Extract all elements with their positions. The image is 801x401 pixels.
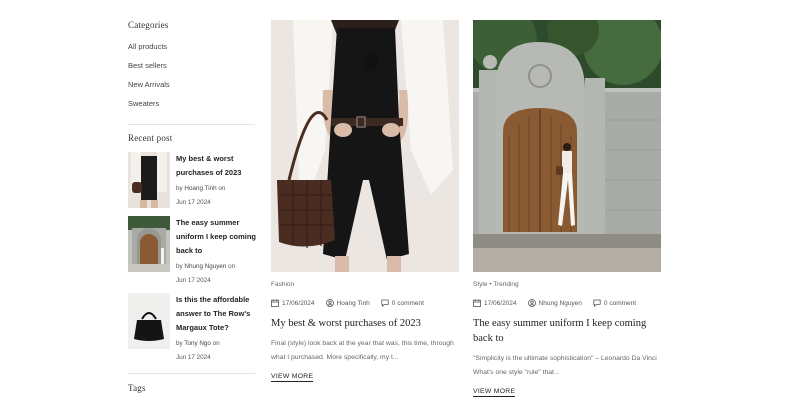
recent-post-body: The easy summer uniform I keep coming ba… [176,216,256,288]
calendar-icon [473,299,481,307]
blog-card-title[interactable]: My best & worst purchases of 2023 [271,316,459,331]
on-label: on [212,340,220,347]
recent-post-date: Jun 17 2024 [176,354,211,361]
blog-card: Style • Trending 17/06/2024 Nhung Nguyen… [473,20,661,398]
recent-post-title[interactable]: The easy summer uniform I keep coming ba… [176,216,256,258]
blog-card-meta: 17/06/2024 Nhung Nguyen 0 comment [473,298,661,308]
recent-post-item[interactable]: The easy summer uniform I keep coming ba… [128,216,256,284]
blog-card-date: 17/06/2024 [282,299,315,307]
view-more-link[interactable]: VIEW MORE [271,373,314,382]
blog-card-date: 17/06/2024 [484,299,517,307]
by-label: by [176,340,183,347]
category-link-best-sellers[interactable]: Best sellers [128,60,256,79]
recent-post-meta: by Nhung Nguyen on Jun 17 2024 [176,260,256,288]
recent-post-author[interactable]: Tony Ngo [184,340,211,347]
blog-card-title[interactable]: The easy summer uniform I keep coming ba… [473,316,661,346]
blog-card: Fashion 17/06/2024 Hoang Tinh 0 comment … [271,20,459,383]
blog-card-image[interactable] [271,20,459,272]
on-label: on [228,263,236,270]
by-label: by [176,185,183,192]
blog-card-category[interactable]: Style • Trending [473,281,661,291]
recent-post-date: Jun 17 2024 [176,199,211,206]
recent-post-thumbnail[interactable] [128,216,170,272]
recent-post-meta: by Hoang Tinh on Jun 17 2024 [176,182,256,210]
categories-heading: Categories [128,20,169,30]
blog-card-comments[interactable]: 0 comment [604,300,636,307]
recent-post-author[interactable]: Nhung Nguyen [184,263,226,270]
recent-post-thumbnail[interactable] [128,293,170,349]
recent-post-item[interactable]: My best & worst purchases of 2023 by Hoa… [128,152,256,210]
comment-icon [593,299,601,307]
on-label: on [218,185,226,192]
category-link-new-arrivals[interactable]: New Arrivals [128,79,256,98]
category-link-all-products[interactable]: All products [128,41,256,60]
blog-card-meta: 17/06/2024 Hoang Tinh 0 comment [271,298,459,308]
recent-post-title[interactable]: Is this the affordable answer to The Row… [176,293,256,335]
recent-post-date: Jun 17 2024 [176,277,211,284]
recent-post-thumbnail[interactable] [128,152,170,208]
blog-card-comments[interactable]: 0 comment [392,300,424,307]
recent-post-title[interactable]: My best & worst purchases of 2023 [176,152,256,180]
blog-card-author[interactable]: Hoang Tinh [337,300,370,307]
recent-post-author[interactable]: Hoang Tinh [184,185,216,192]
by-label: by [176,263,183,270]
comment-icon [381,299,389,307]
recent-post-body: My best & worst purchases of 2023 by Hoa… [176,152,256,210]
category-link-sweaters[interactable]: Sweaters [128,98,256,117]
blog-card-excerpt: "Simplicity is the ultimate sophisticati… [473,355,657,376]
view-more-link[interactable]: VIEW MORE [473,388,516,397]
recent-post-item[interactable]: Is this the affordable answer to The Row… [128,293,256,361]
sidebar-divider [128,373,255,374]
recent-post-meta: by Tony Ngo on Jun 17 2024 [176,337,256,365]
user-icon [527,299,536,307]
tags-heading: Tags [128,383,146,393]
recent-post-body: Is this the affordable answer to The Row… [176,293,256,365]
category-list: All products Best sellers New Arrivals S… [128,41,256,117]
blog-card-image[interactable] [473,20,661,272]
user-icon [325,299,334,307]
blog-card-category[interactable]: Fashion [271,281,459,291]
blog-card-excerpt: Final (style) look back at the year that… [271,340,454,361]
sidebar: Categories All products Best sellers New… [128,20,256,117]
calendar-icon [271,299,279,307]
blog-card-author[interactable]: Nhung Nguyen [539,300,582,307]
sidebar-divider [128,124,255,125]
recent-post-heading: Recent post [128,133,173,143]
